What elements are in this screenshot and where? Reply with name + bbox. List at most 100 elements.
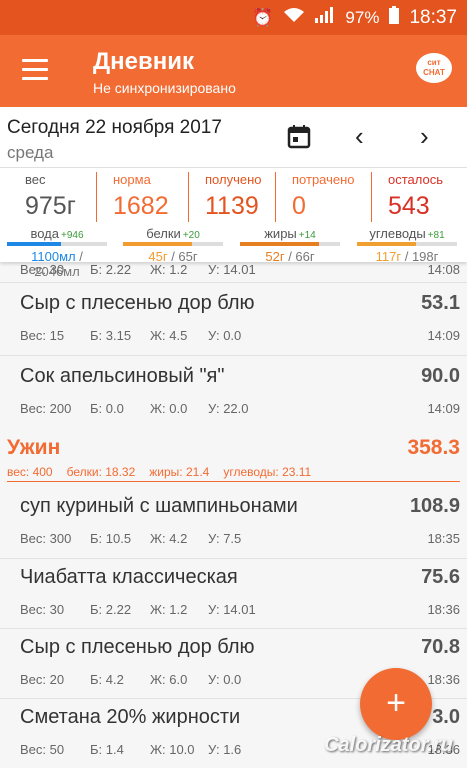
weekday: среда [7, 143, 54, 162]
signal-icon [315, 7, 335, 28]
list-item[interactable]: Сок апельсиновый "я" 90.0 Вес: 200 Б: 0.0… [0, 357, 467, 427]
item-protein: Б: 10.5 [90, 531, 132, 546]
macro-total: 2046мл [34, 264, 80, 279]
item-fat: Ж: 4.5 [150, 328, 188, 343]
section-protein: белки: 18.32 [66, 465, 136, 479]
stat-label: потрачено [292, 172, 355, 187]
macro-label: вода [30, 226, 59, 241]
item-fat: Ж: 6.0 [150, 672, 188, 687]
macro-value: 117г [375, 249, 402, 264]
item-carbs: У: 14.01 [208, 262, 256, 277]
item-fat: Ж: 1.2 [150, 602, 188, 617]
item-carbs: У: 0.0 [208, 328, 242, 343]
add-food-button[interactable]: + [360, 668, 432, 740]
battery-icon [389, 6, 400, 29]
chat-icon[interactable]: сит СНАТ [416, 53, 452, 83]
section-title: Ужин [7, 436, 61, 459]
stat-value: 975г [25, 192, 76, 220]
stat-norm: норма 1682 [96, 172, 169, 222]
status-icons: ⏰ 97% 18:37 [252, 6, 457, 29]
item-kcal: 3.0 [432, 706, 460, 728]
macro-label: углеводы [369, 226, 426, 241]
alarm-icon: ⏰ [252, 7, 274, 27]
chat-badge-label: сит СНАТ [423, 58, 445, 77]
section-weight: вес: 400 [7, 465, 53, 479]
item-carbs: У: 14.01 [208, 602, 256, 617]
macro-value: 52г [265, 249, 285, 264]
item-weight: Вес: 15 [20, 328, 65, 343]
calendar-icon[interactable] [287, 125, 311, 149]
item-fat: Ж: 4.2 [150, 531, 188, 546]
item-name: суп куриный с шампиньонами [20, 495, 298, 517]
stat-label: вес [25, 172, 46, 187]
macro-carbs: углеводы +81 117г / 198г [357, 226, 457, 264]
divider [0, 355, 467, 356]
item-kcal: 75.6 [421, 566, 460, 588]
macro-total: 65г [178, 249, 198, 264]
item-protein: Б: 0.0 [90, 401, 124, 416]
list-item[interactable]: суп куриный с шампиньонами 108.9 Вес: 30… [0, 487, 467, 557]
item-fat: Ж: 1.2 [150, 262, 188, 277]
clock: 18:37 [409, 6, 457, 28]
macro-delta: +946 [61, 230, 84, 241]
item-protein: Б: 4.2 [90, 672, 124, 687]
status-bar: ⏰ 97% 18:37 [0, 0, 467, 35]
item-weight: Вес: 50 [20, 742, 65, 757]
item-time: 14:08 [427, 262, 460, 277]
macro-label: жиры [264, 226, 297, 241]
item-carbs: У: 0.0 [208, 672, 242, 687]
macro-total: 198г [411, 249, 439, 264]
stat-value: 0 [292, 192, 306, 220]
item-weight: Вес: 300 [20, 531, 72, 546]
progress-bar [123, 242, 223, 246]
menu-icon[interactable] [22, 59, 48, 81]
chevron-left-icon[interactable]: ‹ [355, 121, 364, 152]
item-time: 14:09 [427, 328, 460, 343]
item-carbs: У: 7.5 [208, 531, 242, 546]
progress-bar [240, 242, 340, 246]
progress-bar [357, 242, 457, 246]
item-time: 14:09 [427, 401, 460, 416]
item-name: Сыр с плесенью дор блю [20, 636, 255, 658]
stat-weight: вес 975г [25, 172, 76, 222]
daily-summary: вес 975г норма 1682 получено 1139 потрач… [0, 167, 467, 279]
item-fat: Ж: 10.0 [150, 742, 195, 757]
chevron-right-icon[interactable]: › [420, 121, 429, 152]
date-bar: Сегодня 22 ноября 2017 среда ‹ › [0, 107, 467, 167]
macro-delta: +81 [427, 230, 445, 241]
section-kcal: 358.3 [407, 436, 460, 459]
item-weight: Вес: 30 [20, 602, 65, 617]
item-fat: Ж: 0.0 [150, 401, 188, 416]
meal-section-dinner[interactable]: Ужин 358.3 вес: 400 белки: 18.32 жиры: 21.… [0, 432, 467, 482]
item-time: 18:35 [427, 531, 460, 546]
stat-remaining: осталось 543 [371, 172, 443, 222]
item-protein: Б: 3.15 [90, 328, 132, 343]
item-kcal: 108.9 [409, 495, 460, 517]
section-fat: жиры: 21.4 [149, 465, 210, 479]
app-bar: Дневник Не синхронизировано сит СНАТ [0, 35, 467, 107]
stat-value: 1139 [205, 192, 259, 220]
stat-received: получено 1139 [188, 172, 261, 222]
macro-water: вода +946 1100мл / 2046мл [7, 226, 107, 279]
watermark: Calorizator.ru [324, 734, 453, 756]
item-kcal: 53.1 [421, 292, 460, 314]
stat-value: 543 [388, 192, 430, 220]
current-date: Сегодня 22 ноября 2017 [7, 117, 222, 138]
macro-fat: жиры +14 52г / 66г [240, 226, 340, 264]
item-time: 18:36 [427, 602, 460, 617]
item-protein: Б: 2.22 [90, 602, 132, 617]
sync-status: Не синхронизировано [93, 80, 236, 96]
macro-total: 66г [295, 249, 315, 264]
section-divider [7, 481, 460, 482]
item-weight: Вес: 200 [20, 401, 72, 416]
item-name: Сок апельсиновый "я" [20, 365, 225, 387]
list-item[interactable]: Чиабатта классическая 75.6 Вес: 30 Б: 2.2… [0, 558, 467, 628]
stat-label: норма [113, 172, 151, 187]
item-kcal: 70.8 [421, 636, 460, 658]
stat-spent: потрачено 0 [275, 172, 355, 222]
macro-delta: +14 [298, 230, 316, 241]
item-time: 18:36 [427, 672, 460, 687]
list-item[interactable]: Сыр с плесенью дор блю 53.1 Вес: 15 Б: 3.… [0, 284, 467, 354]
item-carbs: У: 1.6 [208, 742, 242, 757]
item-name: Сыр с плесенью дор блю [20, 292, 255, 314]
